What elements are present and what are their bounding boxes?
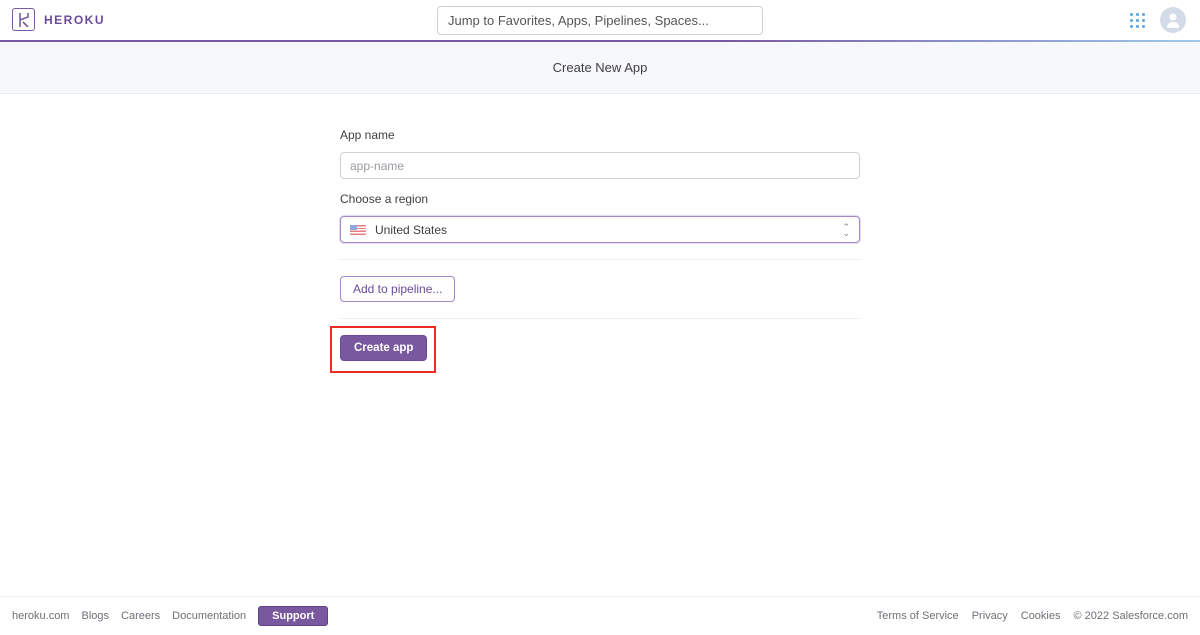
select-chevron-icon: ⌃ ⌄ — [842, 221, 850, 238]
highlight-box — [330, 326, 436, 373]
heroku-logo[interactable]: HEROKU — [12, 8, 105, 31]
footer-link-privacy[interactable]: Privacy — [972, 610, 1008, 622]
region-label: Choose a region — [340, 192, 429, 206]
footer-link-blogs[interactable]: Blogs — [81, 610, 109, 622]
footer-link-documentation[interactable]: Documentation — [172, 610, 246, 622]
divider — [340, 259, 860, 260]
search-input[interactable] — [437, 6, 763, 35]
footer: heroku.com Blogs Careers Documentation S… — [0, 596, 1200, 635]
us-flag-icon — [350, 224, 366, 235]
region-select[interactable]: United States ⌃ ⌄ — [340, 216, 860, 243]
footer-link-careers[interactable]: Careers — [121, 610, 160, 622]
page-title: Create New App — [0, 42, 1200, 94]
apps-grid-icon[interactable] — [1130, 13, 1145, 28]
app-name-input[interactable] — [340, 152, 860, 179]
region-value: United States — [375, 222, 448, 237]
footer-link-terms[interactable]: Terms of Service — [877, 610, 959, 622]
footer-link-heroku[interactable]: heroku.com — [12, 610, 69, 622]
copyright: © 2022 Salesforce.com — [1073, 610, 1189, 622]
avatar[interactable] — [1160, 7, 1186, 33]
divider — [340, 318, 860, 319]
heroku-logo-icon — [12, 8, 35, 31]
app-name-label: App name — [340, 128, 395, 142]
footer-link-cookies[interactable]: Cookies — [1021, 610, 1061, 622]
support-button[interactable]: Support — [258, 606, 329, 626]
add-to-pipeline-button[interactable]: Add to pipeline... — [340, 276, 456, 302]
top-nav: HEROKU — [0, 0, 1200, 42]
brand-name: HEROKU — [44, 12, 106, 27]
